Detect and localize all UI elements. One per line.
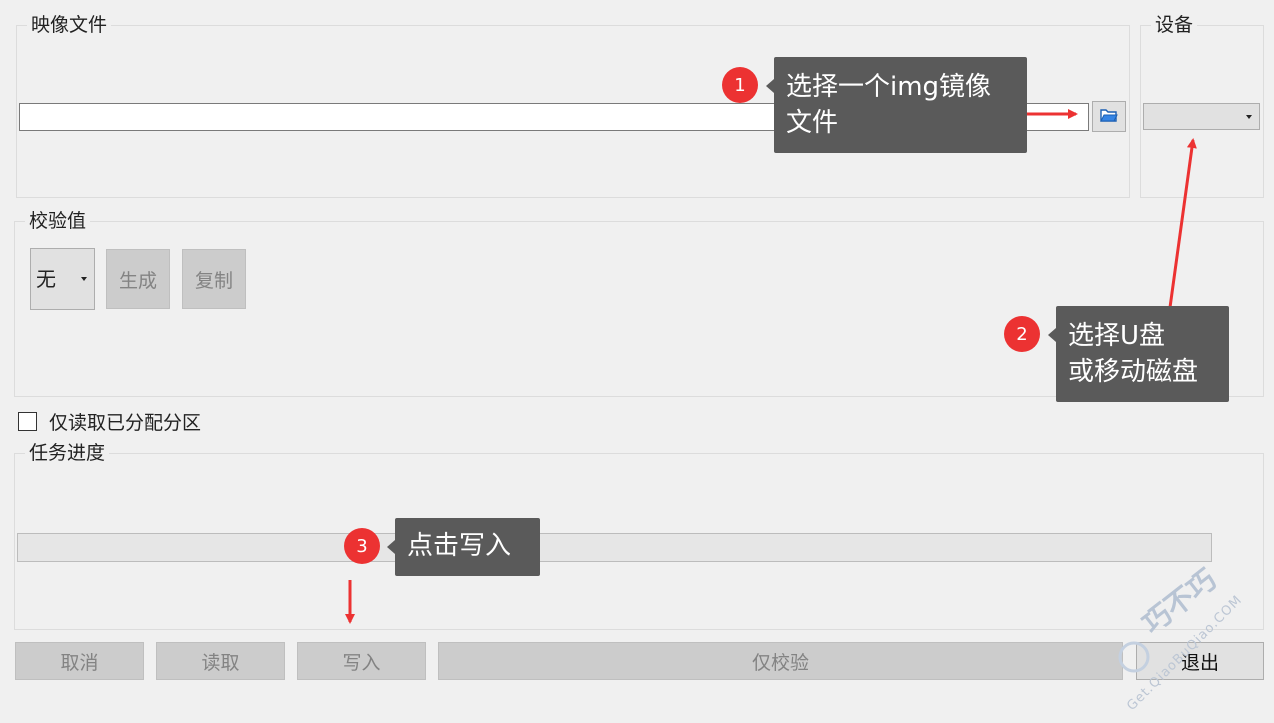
copy-hash-button[interactable]: 复制 [182,249,246,309]
exit-button[interactable]: 退出 [1136,642,1264,680]
step-badge-1: 1 [722,67,758,103]
image-file-group-title: 映像文件 [27,12,112,38]
folder-open-icon [1100,107,1118,127]
read-button[interactable]: 读取 [156,642,285,680]
step-badge-3: 3 [344,528,380,564]
generate-hash-button[interactable]: 生成 [106,249,170,309]
step-tip-1: 选择一个img镜像 文件 [766,57,1027,153]
step-tip-2-line1: 选择U盘 [1068,321,1166,351]
read-only-allocated-checkbox[interactable] [18,412,37,431]
device-group-title: 设备 [1151,12,1198,38]
write-button[interactable]: 写入 [297,642,426,680]
read-only-allocated-label: 仅读取已分配分区 [49,412,202,434]
step-tip-3: 点击写入 [387,518,540,576]
hash-group-title: 校验值 [25,208,91,234]
step-tip-2-line2: 或移动磁盘 [1068,357,1199,387]
win32-disk-imager-window: 映像文件 设备 校验值 无 生成 复制 仅读取已分配分区 任务进度 取消 读取 … [0,0,1274,723]
read-only-allocated-row[interactable]: 仅读取已分配分区 [18,408,201,435]
hash-type-select[interactable]: 无 [30,248,95,310]
browse-image-button[interactable] [1092,101,1126,132]
step-tip-3-line1: 点击写入 [407,531,512,561]
step-tip-1-line1: 选择一个img镜像 [786,72,992,102]
chevron-down-icon [81,277,87,281]
step-tip-2: 选择U盘 或移动磁盘 [1048,306,1229,402]
device-select[interactable] [1143,103,1260,130]
hash-type-selected: 无 [36,267,56,291]
step-tip-1-line2: 文件 [786,108,839,138]
verify-only-button[interactable]: 仅校验 [438,642,1123,680]
cancel-button[interactable]: 取消 [15,642,144,680]
step-badge-2: 2 [1004,316,1040,352]
progress-group-title: 任务进度 [25,440,110,466]
chevron-down-icon [1246,114,1252,119]
task-progress-bar [17,533,1212,562]
